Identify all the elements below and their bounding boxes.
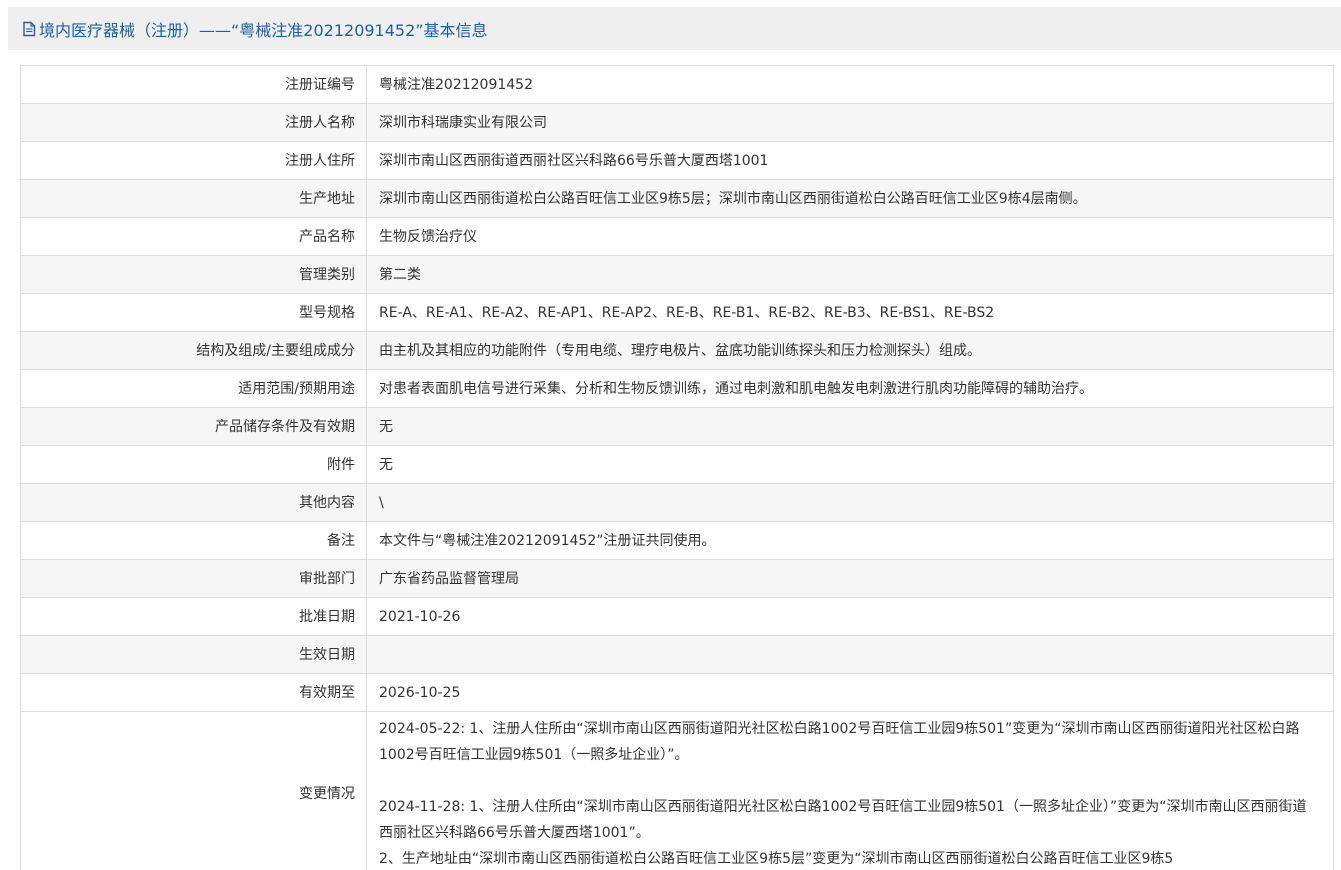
- field-label: 审批部门: [20, 559, 367, 598]
- field-value: 深圳市南山区西丽街道西丽社区兴科路66号乐普大厦西塔1001: [366, 141, 1334, 180]
- field-label: 产品名称: [20, 217, 367, 256]
- field-label: 管理类别: [20, 255, 367, 294]
- field-value: 深圳市科瑞康实业有限公司: [366, 103, 1334, 142]
- change-entry: 2、生产地址由“深圳市南山区西丽街道松白公路百旺信工业区9栋5层”变更为“深圳市…: [379, 851, 1174, 867]
- table-row: 审批部门 广东省药品监督管理局: [20, 559, 1334, 598]
- detail-table-wrapper: 注册证编号 粤械注准20212091452 注册人名称 深圳市科瑞康实业有限公司 注册人…: [20, 65, 1334, 870]
- field-value: 深圳市南山区西丽街道松白公路百旺信工业区9栋5层；深圳市南山区西丽街道松白公路百…: [366, 179, 1334, 218]
- field-label: 批准日期: [20, 597, 367, 636]
- detail-table: 注册证编号 粤械注准20212091452 注册人名称 深圳市科瑞康实业有限公司 注册人…: [20, 65, 1334, 870]
- field-value: 第二类: [366, 255, 1334, 294]
- field-label: 备注: [20, 521, 367, 560]
- field-label: 型号规格: [20, 293, 367, 332]
- table-row: 生效日期: [20, 635, 1334, 674]
- table-row: 其他内容 \: [20, 483, 1334, 522]
- table-row: 注册人名称 深圳市科瑞康实业有限公司: [20, 103, 1334, 142]
- table-row-changes: 变更情况 2024-05-22: 1、注册人住所由“深圳市南山区西丽街道阳光社区松…: [20, 711, 1334, 870]
- field-label: 生产地址: [20, 179, 367, 218]
- field-label: 其他内容: [20, 483, 367, 522]
- change-entry: 2024-11-28: 1、注册人住所由“深圳市南山区西丽街道阳光社区松白路10…: [379, 799, 1307, 841]
- field-value: \: [366, 483, 1334, 522]
- table-row: 附件无: [20, 445, 1334, 484]
- field-label: 注册证编号: [20, 65, 367, 104]
- field-label: 有效期至: [20, 673, 367, 712]
- table-row: 型号规格 RE-A、RE-A1、RE-A2、RE-AP1、RE-AP2、RE-B、…: [20, 293, 1334, 332]
- table-row: 注册人住所 深圳市南山区西丽街道西丽社区兴科路66号乐普大厦西塔1001: [20, 141, 1334, 180]
- field-value: 2026-10-25: [366, 673, 1334, 712]
- document-icon: [23, 21, 36, 36]
- table-row: 产品储存条件及有效期无: [20, 407, 1334, 446]
- field-value: 本文件与“粤械注准20212091452”注册证共同使用。: [366, 521, 1334, 560]
- table-row: 结构及组成/主要组成成分 由主机及其相应的功能附件（专用电缆、理疗电极片、盆底功能…: [20, 331, 1334, 370]
- field-value: 对患者表面肌电信号进行采集、分析和生物反馈训练，通过电刺激和肌电触发电刺激进行肌…: [366, 369, 1334, 408]
- page-title: 境内医疗器械（注册）——“粤械注准20212091452”基本信息: [39, 20, 488, 40]
- table-row: 管理类别 第二类: [20, 255, 1334, 294]
- field-value: 无: [366, 407, 1334, 446]
- field-value: RE-A、RE-A1、RE-A2、RE-AP1、RE-AP2、RE-B、RE-B…: [366, 293, 1334, 332]
- table-row: 注册证编号 粤械注准20212091452: [20, 65, 1334, 104]
- page: 境内医疗器械（注册）——“粤械注准20212091452”基本信息 注册证编号粤…: [0, 0, 1341, 870]
- table-row: 备注 本文件与“粤械注准20212091452”注册证共同使用。: [20, 521, 1334, 560]
- table-row: 产品名称 生物反馈治疗仪: [20, 217, 1334, 256]
- field-value: 由主机及其相应的功能附件（专用电缆、理疗电极片、盆底功能训练探头和压力检测探头）…: [366, 331, 1334, 370]
- table-row: 适用范围/预期用途 对患者表面肌电信号进行采集、分析和生物反馈训练，通过电刺激和肌…: [20, 369, 1334, 408]
- table-row: 批准日期 2021-10-26: [20, 597, 1334, 636]
- table-row: 生产地址 深圳市南山区西丽街道松白公路百旺信工业区9栋5层；深圳市南山区西丽街道松…: [20, 179, 1334, 218]
- field-label: 产品储存条件及有效期: [20, 407, 367, 446]
- field-value: 无: [366, 445, 1334, 484]
- field-label: 生效日期: [20, 635, 367, 674]
- field-value: 广东省药品监督管理局: [366, 559, 1334, 598]
- page-header: 境内医疗器械（注册）——“粤械注准20212091452”基本信息: [8, 7, 1341, 50]
- field-value: 生物反馈治疗仪: [366, 217, 1334, 256]
- field-label: 注册人住所: [20, 141, 367, 180]
- field-label: 附件: [20, 445, 367, 484]
- field-label: 适用范围/预期用途: [20, 369, 367, 408]
- field-label: 结构及组成/主要组成成分: [20, 331, 367, 370]
- field-value: [366, 635, 1334, 674]
- field-label: 注册人名称: [20, 103, 367, 142]
- field-value: 2021-10-26: [366, 597, 1334, 636]
- change-history: 2024-05-22: 1、注册人住所由“深圳市南山区西丽街道阳光社区松白路10…: [366, 711, 1334, 870]
- field-label: 变更情况: [20, 711, 367, 870]
- change-entry: 2024-05-22: 1、注册人住所由“深圳市南山区西丽街道阳光社区松白路10…: [379, 721, 1300, 763]
- field-value: 粤械注准20212091452: [366, 65, 1334, 104]
- table-row: 有效期至 2026-10-25: [20, 673, 1334, 712]
